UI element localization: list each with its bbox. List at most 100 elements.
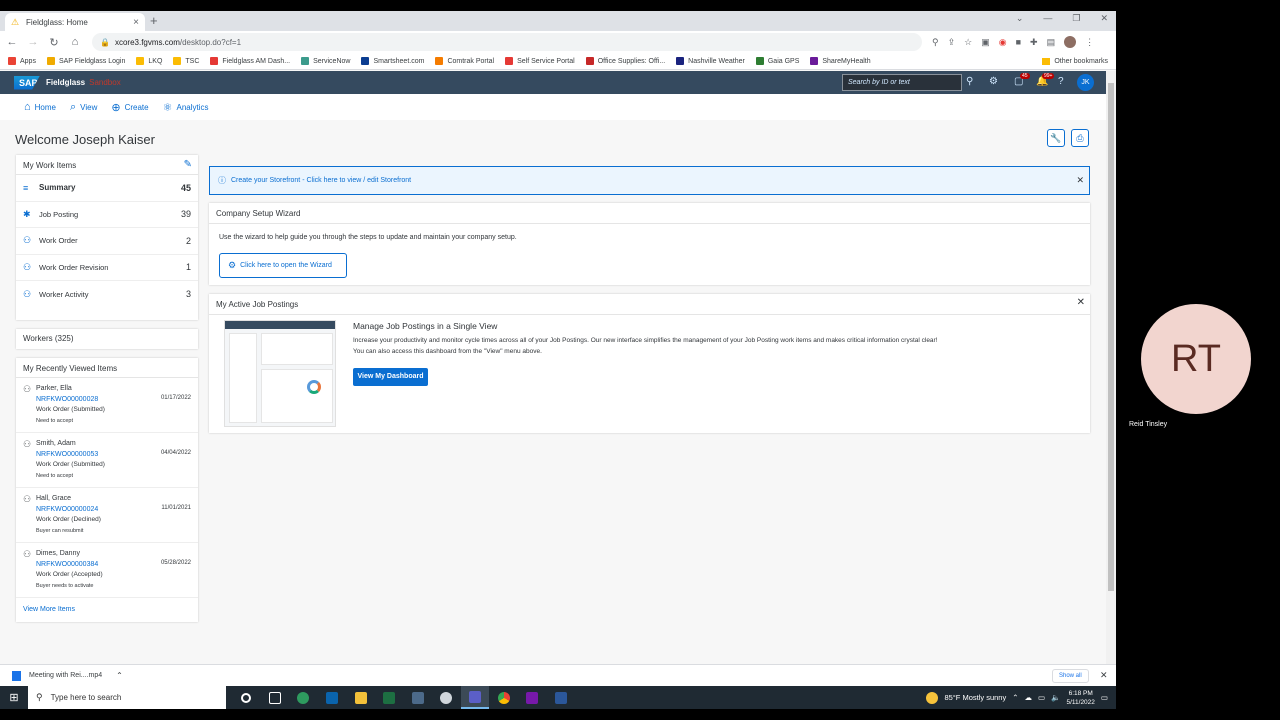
puzzle-icon[interactable]: ✚ [1030,37,1038,48]
word-icon[interactable] [547,686,576,709]
chevron-up-icon[interactable]: ⌃ [1012,693,1018,702]
tab-fieldglass-home[interactable]: ⚠ Fieldglass: Home × [5,13,145,31]
bookmark-item[interactable]: ShareMyHealth [810,57,871,65]
help-icon[interactable]: ? [1058,76,1064,87]
work-item-work-order-revision[interactable]: ⚇ Work Order Revision 1 [16,255,198,281]
clock[interactable]: 6:18 PM 5/11/2022 [1066,689,1094,707]
outlook-icon[interactable] [318,686,347,709]
storefront-link[interactable]: Create your Storefront - Click here to v… [231,177,411,184]
shell-search-input[interactable]: Search by ID or text [842,74,962,91]
bookmark-item[interactable]: Fieldglass AM Dash... [210,57,290,65]
bookmark-item[interactable]: LKQ [136,57,162,65]
nav-view[interactable]: ⌕ View [70,101,97,114]
work-item-summary[interactable]: ≡ Summary 45 [16,175,198,202]
close-tab-icon[interactable]: × [133,17,139,28]
bookmark-item[interactable]: TSC [173,57,199,65]
bookmark-label: Gaia GPS [767,57,800,65]
restore-window-icon[interactable]: ❐ [1072,13,1080,24]
wrench-button[interactable]: 🔧 [1047,129,1065,147]
calculator-icon[interactable] [404,686,433,709]
menu-icon[interactable]: ⋮ [1085,37,1094,48]
storefront-banner[interactable]: ⓘ Create your Storefront - Click here to… [209,166,1090,195]
onedrive-icon[interactable]: ☁ [1025,693,1033,702]
bookmark-item[interactable]: Nashville Weather [676,57,745,65]
environment-label: Sandbox [89,78,121,87]
tasks-icon[interactable]: ▢ 45 [1014,73,1030,87]
view-more-link[interactable]: View More Items [16,598,198,621]
work-item-work-order[interactable]: ⚇ Work Order 2 [16,228,198,255]
bookmark-item[interactable]: Self Service Portal [505,57,575,65]
onenote-icon[interactable] [518,686,547,709]
close-icon[interactable]: ✕ [1100,670,1108,681]
network-icon[interactable]: ▭ [1038,693,1045,702]
minimize-window-icon[interactable]: — [1043,13,1052,24]
print-button[interactable]: ⎙ [1071,129,1089,147]
bookmark-label: LKQ [148,57,163,65]
forward-icon[interactable]: → [24,36,42,48]
bookmark-item[interactable]: Gaia GPS [755,57,800,65]
workers-panel[interactable]: Workers (325) [16,329,198,349]
address-bar[interactable]: 🔒 xcore3.fgvms.com/desktop.do?cf=1 [92,33,922,51]
zoom-icon[interactable]: ⚲ [932,37,939,48]
item-note: Need to accept [36,472,73,479]
close-icon[interactable]: ✕ [1077,297,1085,308]
edit-icon[interactable]: ✎ [184,159,192,170]
open-wizard-button[interactable]: ⚙ Click here to open the Wizard [219,253,347,278]
star-icon[interactable]: ☆ [964,37,972,48]
cortana-icon[interactable] [232,686,261,709]
page-scrollbar[interactable] [1106,71,1116,664]
download-file-name[interactable]: Meeting with Rei....mp4 [29,672,102,679]
new-tab-button[interactable]: + [150,13,158,28]
windows-start-icon[interactable]: ⊞ [0,691,28,704]
work-item-job-posting[interactable]: ✱ Job Posting 39 [16,202,198,228]
bookmark-item[interactable]: SAP Fieldglass Login [46,57,125,65]
excel-icon[interactable] [375,686,404,709]
view-dashboard-button[interactable]: View My Dashboard [353,368,428,386]
bookmark-item[interactable]: Office Supplies: Offi... [585,57,665,65]
back-icon[interactable]: ← [3,36,21,48]
nav-create-label: Create [124,102,149,112]
volume-icon[interactable]: 🔈 [1051,693,1060,702]
work-item-worker-activity[interactable]: ⚇ Worker Activity 3 [16,281,198,308]
gear-icon[interactable]: ⚙ [989,76,998,87]
sap-logo[interactable]: SAP [14,75,40,90]
extension-dark-icon[interactable]: ■ [1016,37,1021,47]
user-avatar[interactable]: JK [1077,74,1094,91]
workers-label: Workers (325) [23,334,74,343]
search-icon[interactable]: ⚲ [966,76,973,87]
window-controls: ⌄ — ❐ ✕ [1016,13,1108,24]
sidebar-icon[interactable]: ▤ [1047,37,1056,48]
reload-icon[interactable]: ↻ [45,36,63,49]
home-icon[interactable]: ⌂ [66,36,84,48]
nav-home[interactable]: ⌂ Home [24,101,56,113]
bookmark-item[interactable]: ServiceNow [301,57,350,65]
other-bookmarks[interactable]: Other bookmarks [1042,57,1108,65]
notifications-icon[interactable]: ▭ [1101,693,1108,702]
extension-red-icon[interactable]: ◉ [999,37,1007,48]
chrome-icon[interactable] [489,686,518,709]
teams-icon[interactable] [460,686,490,709]
bookmark-item[interactable]: Smartsheet.com [361,57,424,65]
close-icon[interactable]: ✕ [1076,175,1084,186]
scrollbar-thumb[interactable] [1108,83,1114,591]
bookmark-item[interactable]: Comtrak Portal [435,57,494,65]
weather-text[interactable]: 85°F Mostly sunny [944,693,1006,702]
tab-strip: ⚠ Fieldglass: Home × + ⌄ — ❐ ✕ [0,11,1116,31]
profile-avatar[interactable] [1064,36,1077,48]
close-window-icon[interactable]: ✕ [1100,13,1108,24]
show-all-button[interactable]: Show all [1052,669,1089,683]
file-explorer-icon[interactable] [346,686,375,709]
bookmark-icon [301,57,310,65]
bookmark-item[interactable]: Apps [8,57,36,65]
edge-icon[interactable] [289,686,318,709]
chevron-up-icon[interactable]: ⌃ [116,671,123,680]
minimize-icon[interactable]: ⌄ [1016,13,1024,24]
task-view-icon[interactable] [261,686,290,709]
snipping-icon[interactable] [432,686,461,709]
bell-icon[interactable]: 🔔 99+ [1036,73,1055,87]
extension-icon[interactable]: ▣ [981,37,990,48]
taskbar-search-input[interactable]: ⚲ Type here to search [28,686,226,709]
nav-create[interactable]: ⊕ Create [111,101,148,114]
nav-analytics[interactable]: ⚛ Analytics [163,101,209,114]
share-icon[interactable]: ⇪ [948,37,956,48]
